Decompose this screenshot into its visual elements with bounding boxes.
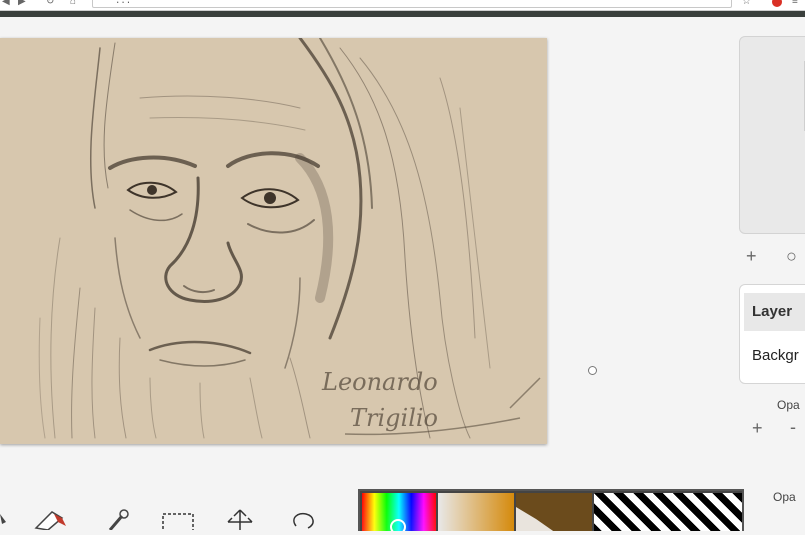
navigator-panel [739, 36, 805, 234]
layers-title: Layer [744, 293, 805, 331]
layers-panel: Layer Backgr [739, 284, 805, 384]
canvas-resize-handle[interactable] [588, 366, 597, 375]
gradient-swatch[interactable] [438, 493, 514, 531]
color-palette [358, 489, 744, 531]
brush-opacity-label: Opa [773, 490, 796, 504]
app-header-bar [0, 11, 805, 17]
browser-chrome: ◀ ▶ ↻ ⌂ ... ☆ ≡ [0, 0, 805, 11]
back-icon[interactable]: ◀ [2, 0, 10, 7]
signature-line1: Leonardo [321, 368, 438, 396]
zoom-icon[interactable]: ○ [786, 247, 797, 265]
menu-icon[interactable]: ≡ [792, 0, 798, 7]
reload-icon[interactable]: ↻ [46, 0, 54, 7]
extension-icon[interactable] [772, 0, 782, 7]
star-icon[interactable]: ☆ [742, 0, 751, 7]
transparent-swatch[interactable] [594, 493, 742, 531]
layer-opacity-label: Opa [777, 398, 800, 412]
forward-icon[interactable]: ▶ [18, 0, 26, 7]
add-layer-icon[interactable]: + [752, 419, 763, 437]
address-bar[interactable]: ... [92, 0, 732, 8]
color-picker-cursor-icon[interactable] [390, 519, 406, 531]
signature-line2: Trigilio [350, 404, 438, 432]
color-spectrum-swatch[interactable] [362, 493, 436, 531]
home-icon[interactable]: ⌂ [70, 0, 76, 7]
add-icon[interactable]: + [746, 247, 757, 265]
sketch-artwork: Leonardo Trigilio [38, 38, 541, 439]
remove-layer-icon[interactable]: - [790, 418, 796, 436]
current-color-swatch[interactable] [516, 493, 592, 531]
layer-item[interactable]: Backgr [744, 341, 805, 371]
drawing-canvas[interactable]: Leonardo Trigilio [0, 38, 547, 444]
